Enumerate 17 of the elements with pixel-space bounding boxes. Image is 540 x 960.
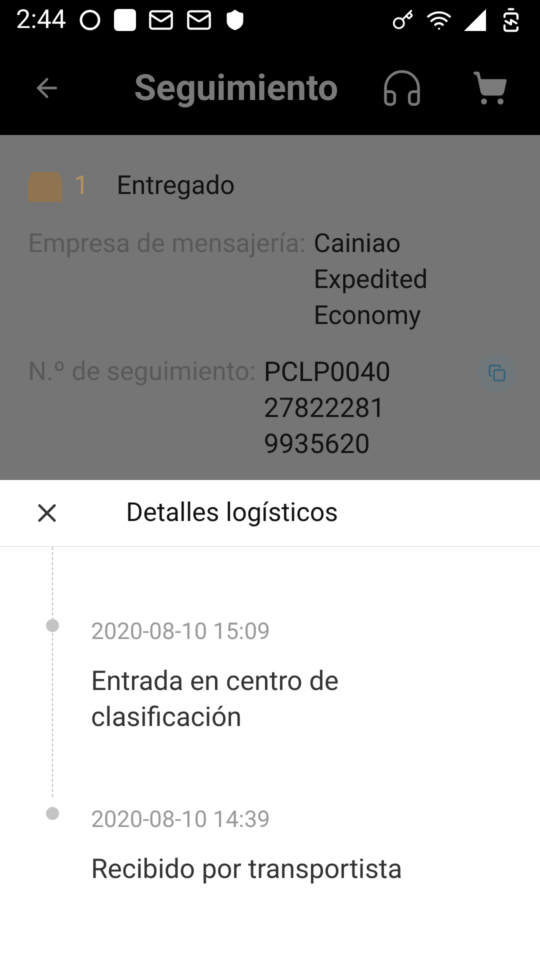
cart-icon[interactable]	[472, 70, 508, 106]
status-time: 2:44	[16, 4, 66, 36]
event-description: Entrada en centro de clasificación	[91, 664, 340, 735]
shield-icon	[224, 9, 246, 31]
event-time: 2020-08-10 14:39	[91, 805, 272, 835]
page-title: Seguimiento	[134, 66, 340, 110]
event-description: Recibido por transportista	[91, 852, 404, 887]
sheet-title: Detalles logísticos	[126, 496, 338, 530]
signal-icon	[464, 9, 486, 31]
event-time: 2020-08-10 15:09	[91, 617, 272, 647]
key-icon	[392, 9, 414, 31]
detail-value: PCLP0040278222819935620	[264, 355, 392, 462]
copy-icon	[488, 364, 506, 382]
box-icon	[28, 172, 62, 202]
package-status: Entregado	[116, 170, 235, 203]
detail-value: Cainiao Expedited Economy	[314, 228, 429, 333]
package-count: 1	[74, 170, 89, 203]
